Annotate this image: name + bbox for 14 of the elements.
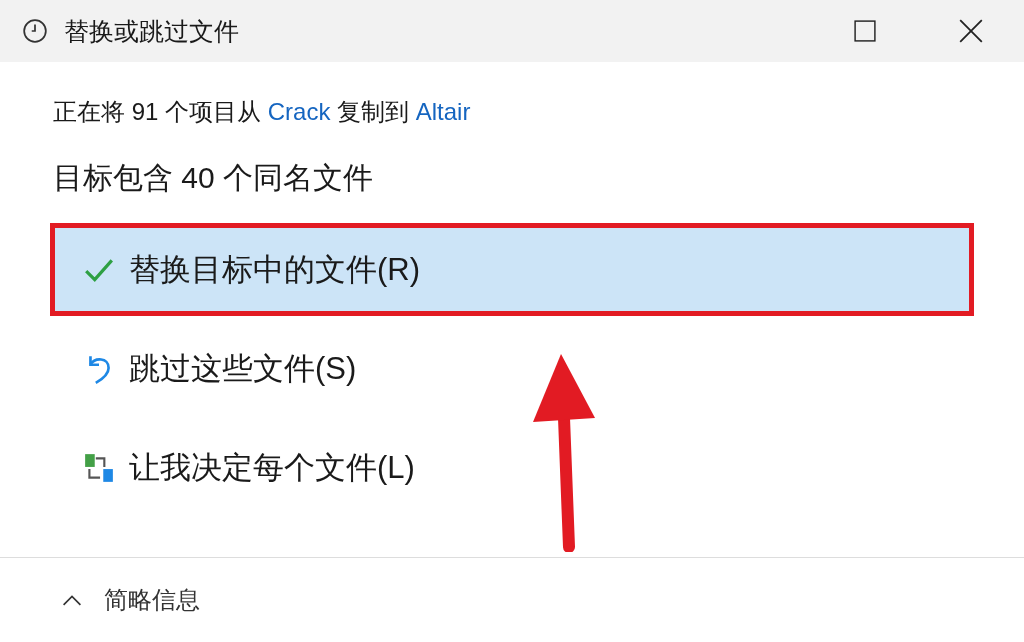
close-icon[interactable]	[959, 19, 983, 43]
destination-folder-link[interactable]: Altair	[415, 98, 471, 125]
copy-status-text: 正在将 91 个项目从 Crack 复制到 Altair	[53, 97, 472, 127]
conflict-heading: 目标包含 40 个同名文件	[53, 160, 375, 196]
caret-up-icon	[62, 594, 82, 606]
option-button[interactable]: 替换目标中的文件(R)	[50, 223, 974, 316]
option-button[interactable]: 让我决定每个文件(L)	[50, 421, 974, 514]
window-title: 替换或跳过文件	[64, 15, 240, 47]
option-button[interactable]: 跳过这些文件(S)	[50, 322, 974, 415]
maximize-icon[interactable]	[854, 20, 876, 42]
compare-files-icon	[83, 451, 115, 484]
details-toggle[interactable]: 简略信息	[104, 584, 200, 616]
clock-icon	[22, 18, 48, 44]
source-folder-link[interactable]: Crack	[267, 98, 331, 125]
